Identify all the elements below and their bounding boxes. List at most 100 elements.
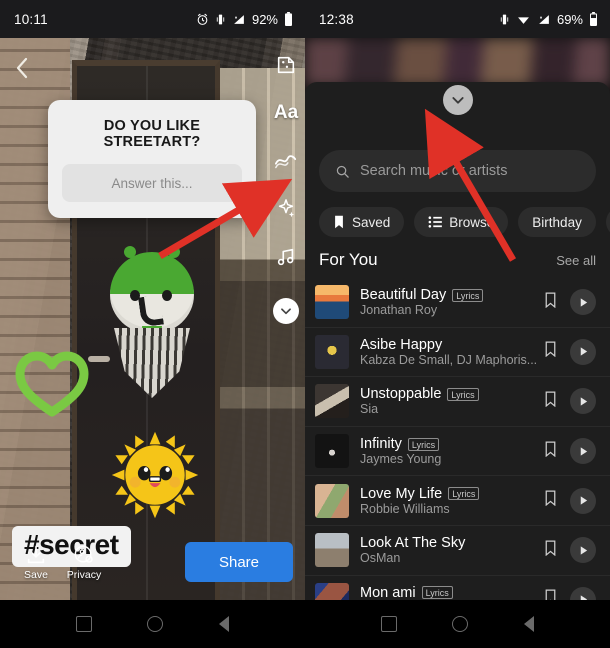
chip-label: Birthday <box>532 214 582 230</box>
bookmark-icon[interactable] <box>544 589 557 600</box>
back-button[interactable] <box>219 616 230 632</box>
effects-icon[interactable] <box>273 196 299 222</box>
battery-icon <box>285 12 292 26</box>
song-title: Mon ami <box>360 584 416 600</box>
album-cover <box>315 483 349 518</box>
song-title: Unstoppable <box>360 386 442 403</box>
bookmark-icon[interactable] <box>544 341 557 362</box>
song-actions <box>544 388 596 415</box>
question-answer-input[interactable]: Answer this... <box>62 164 242 202</box>
song-actions <box>544 289 596 316</box>
for-you-header: For You See all <box>319 250 596 270</box>
song-artist: OsMan <box>360 551 401 566</box>
close-sheet-button[interactable] <box>442 85 473 115</box>
play-icon[interactable] <box>570 537 596 564</box>
song-title-row: Beautiful Day Lyrics <box>360 287 544 303</box>
privacy-action[interactable]: Privacy <box>60 544 108 581</box>
play-icon[interactable] <box>570 388 596 415</box>
song-meta: Look At The Sky OsMan <box>360 535 544 565</box>
left-navbar <box>0 600 305 648</box>
text-icon[interactable]: Aa <box>273 100 299 126</box>
song-title-row: Asibe Happy <box>360 337 544 353</box>
bookmark-icon <box>335 215 343 229</box>
song-row[interactable]: Unstoppable Lyrics Sia <box>305 377 610 427</box>
home-button[interactable] <box>452 616 469 632</box>
section-title: For You <box>319 250 378 269</box>
collapse-tools-button[interactable] <box>273 298 299 324</box>
recents-button[interactable] <box>380 616 397 632</box>
song-title-row: Unstoppable Lyrics <box>360 386 544 402</box>
chip-date-night[interactable]: Date Nig <box>605 207 610 237</box>
story-action-bar: Save Privacy Share <box>0 530 305 594</box>
song-title-row: Love My Life Lyrics <box>360 486 544 502</box>
chip-browse[interactable]: Browse <box>414 207 509 237</box>
song-actions <box>544 487 596 514</box>
song-title: Beautiful Day <box>360 287 447 304</box>
search-bar[interactable]: Search music or artists <box>319 150 596 192</box>
song-row[interactable]: Love My Life Lyrics Robbie Williams <box>305 476 610 526</box>
bookmark-icon[interactable] <box>544 391 557 412</box>
play-icon[interactable] <box>570 438 596 465</box>
song-meta: Asibe Happy Kabza De Small, DJ Maphoris..… <box>360 337 544 367</box>
status-icons: 69% <box>499 12 598 27</box>
song-row[interactable]: Mon amiLyricsSerena, Andrei Banuta <box>305 576 610 600</box>
music-picker-screen: Search music or artists Saved Browse Bir… <box>305 38 610 600</box>
bookmark-icon[interactable] <box>544 490 557 511</box>
song-artist: Kabza De Small, DJ Maphoris... <box>360 352 538 367</box>
draw-icon[interactable] <box>273 148 299 174</box>
song-title: Infinity <box>360 436 402 453</box>
graffiti-face-artwork <box>104 246 200 406</box>
status-time: 12:38 <box>319 11 354 27</box>
bookmark-icon[interactable] <box>544 292 557 313</box>
album-cover <box>315 582 349 600</box>
question-sticker[interactable]: DO YOU LIKE STREETART? Answer this... <box>48 100 256 218</box>
recents-button[interactable] <box>75 616 92 632</box>
chip-label: Saved <box>352 214 391 230</box>
song-row[interactable]: Look At The Sky OsMan <box>305 526 610 576</box>
song-artist: Robbie Williams <box>360 501 450 516</box>
play-icon[interactable] <box>570 586 596 600</box>
chevron-down-icon <box>451 97 464 104</box>
see-all-link[interactable]: See all <box>556 253 596 268</box>
bookmark-icon[interactable] <box>544 540 557 561</box>
home-button[interactable] <box>147 616 164 632</box>
green-heart-sticker[interactable] <box>14 348 90 418</box>
filter-chip-row: Saved Browse Birthday Date <box>319 207 610 237</box>
alarm-icon <box>197 13 208 25</box>
lyrics-badge: Lyrics <box>447 387 479 401</box>
music-icon[interactable] <box>273 244 299 270</box>
sticker-icon[interactable] <box>273 52 299 78</box>
left-status-bar: 10:11 92% <box>0 0 305 38</box>
song-meta: Mon amiLyricsSerena, Andrei Banuta <box>360 585 544 600</box>
lyrics-badge: Lyrics <box>421 586 453 600</box>
album-cover <box>315 533 349 568</box>
search-placeholder: Search music or artists <box>360 163 508 179</box>
chip-birthday[interactable]: Birthday <box>518 207 596 237</box>
song-actions <box>544 586 596 600</box>
back-button[interactable] <box>12 56 32 85</box>
song-row[interactable]: Beautiful Day Lyrics Jonathan Roy <box>305 278 610 328</box>
save-action[interactable]: Save <box>12 544 60 581</box>
song-artist: Jaymes Young <box>360 452 442 467</box>
play-icon[interactable] <box>570 338 596 365</box>
song-row[interactable]: Infinity Lyrics Jaymes Young <box>305 427 610 477</box>
play-icon[interactable] <box>570 487 596 514</box>
song-artist: Sia <box>360 402 379 417</box>
chip-saved[interactable]: Saved <box>319 207 405 237</box>
bookmark-icon[interactable] <box>544 441 557 462</box>
song-meta: Love My Life Lyrics Robbie Williams <box>360 486 544 516</box>
lyrics-badge: Lyrics <box>448 487 480 501</box>
editor-tool-rail: Aa <box>273 52 299 324</box>
sun-emoji-sticker[interactable] <box>110 430 200 520</box>
song-row[interactable]: Asibe Happy Kabza De Small, DJ Maphoris..… <box>305 328 610 378</box>
question-sticker-title: DO YOU LIKE STREETART? <box>103 118 201 150</box>
song-title-row: Look At The Sky <box>360 535 544 551</box>
back-button[interactable] <box>524 616 535 632</box>
song-title: Love My Life <box>360 485 443 502</box>
album-cover <box>315 384 349 419</box>
signal-icon <box>539 14 549 24</box>
song-title-row: Infinity Lyrics <box>360 436 544 452</box>
play-icon[interactable] <box>570 289 596 316</box>
share-button[interactable]: Share <box>184 542 293 582</box>
song-title-row: Mon ami Lyrics <box>360 585 544 600</box>
